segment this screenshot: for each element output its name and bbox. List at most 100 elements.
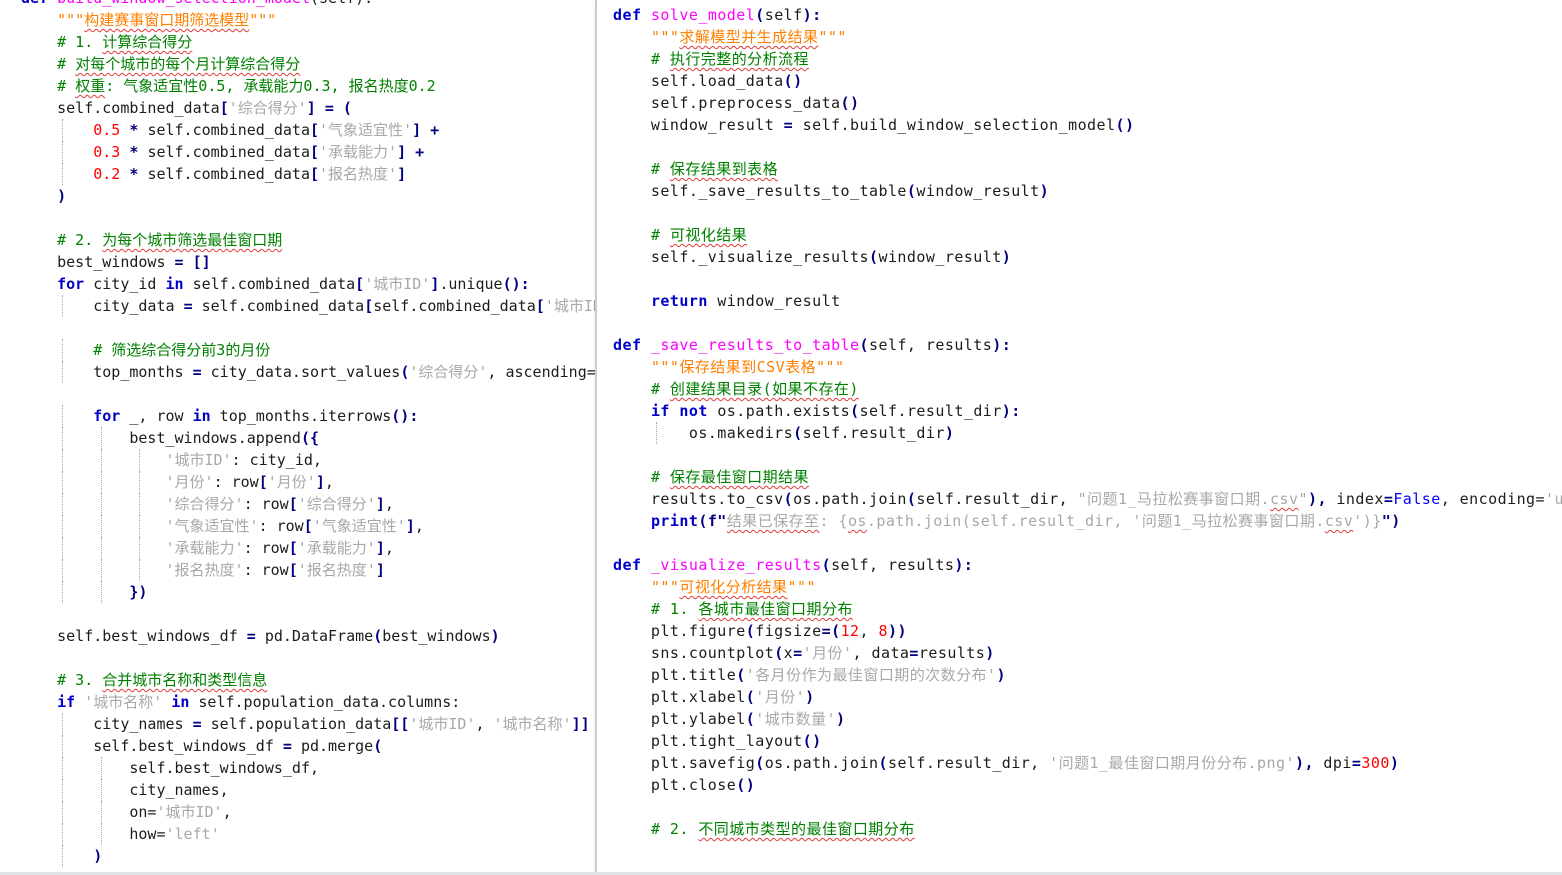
code-line: return window_result — [613, 290, 1562, 312]
code-line: how='left' — [21, 823, 595, 845]
indent-guide — [62, 339, 64, 361]
code-token: ) — [985, 644, 995, 662]
code-token: 不同城市类型的最佳窗口期分布 — [698, 820, 915, 838]
code-token: # — [650, 380, 670, 398]
code-token: """ — [650, 28, 680, 46]
indent-guide — [139, 559, 141, 581]
right-code-pane[interactable]: def solve_model(self): """求解模型并生成结果""" #… — [597, 0, 1562, 875]
indent-guide — [139, 471, 141, 493]
code-token: city_id — [84, 275, 166, 293]
indent-guide — [100, 537, 102, 559]
code-token: () — [736, 776, 756, 794]
code-token: ) — [1039, 182, 1050, 200]
left-code-pane[interactable]: def build_window_selection_model(self): … — [0, 0, 595, 875]
code-line: 0.2 * self.combined_data['报名热度'] — [21, 163, 595, 185]
code-line: '月份': row['月份'], — [21, 471, 595, 493]
code-token: ( — [310, 0, 319, 7]
code-token: ( — [878, 754, 888, 772]
code-line: self.load_data() — [613, 70, 1562, 92]
code-token: * — [120, 143, 148, 161]
code-token: ] + — [397, 143, 425, 161]
indent-guide — [139, 449, 141, 471]
code-line: ) — [21, 185, 595, 207]
code-token: ( — [850, 402, 860, 420]
code-token: results.to_csv — [613, 490, 784, 508]
code-token: }) — [129, 583, 148, 601]
code-line: # 创建结果目录(如果不存在) — [613, 378, 1562, 400]
code-token: 合并城市名称和类型信息 — [102, 671, 268, 689]
code-line: # 2. 不同城市类型的最佳窗口期分布 — [613, 818, 1562, 840]
code-token: self.combined_data — [21, 99, 220, 117]
code-token: [ — [303, 517, 313, 535]
left-code-block[interactable]: def build_window_selection_model(self): … — [21, 0, 595, 867]
code-token: # — [57, 55, 76, 73]
code-token: results — [918, 644, 986, 662]
code-token: self, results — [831, 556, 955, 574]
indent-guide — [62, 537, 64, 559]
code-token: '综合得分' — [297, 495, 376, 513]
code-token: in — [165, 275, 184, 293]
code-line: self._visualize_results(window_result) — [613, 246, 1562, 268]
indent-guide — [62, 559, 64, 581]
indent-guide — [62, 801, 64, 823]
code-token: city_data.sort_values — [201, 363, 401, 381]
code-token: '各月份作为最佳窗口期的次数分布' — [745, 666, 997, 684]
code-token: def — [613, 336, 642, 354]
code-token: () — [783, 72, 803, 90]
code-token: self — [319, 0, 355, 7]
code-token: for — [57, 275, 85, 293]
code-token: = — [793, 644, 803, 662]
code-token: [ — [310, 143, 320, 161]
code-token: ( — [400, 363, 410, 381]
code-token: ')} — [1353, 512, 1382, 530]
right-code-block[interactable]: def solve_model(self): """求解模型并生成结果""" #… — [613, 4, 1562, 840]
editor-window: def build_window_selection_model(self): … — [0, 0, 1562, 875]
code-line: # 保存最佳窗口期结果 — [613, 466, 1562, 488]
code-line: os.makedirs(self.result_dir) — [613, 422, 1562, 444]
code-token: """ — [787, 578, 816, 596]
code-token: = — [1351, 754, 1362, 772]
code-token: '承载能力' — [165, 539, 244, 557]
code-line: self._save_results_to_table(window_resul… — [613, 180, 1562, 202]
code-line: '报名热度': row['报名热度'] — [21, 559, 595, 581]
indent-guide — [62, 757, 64, 779]
code-token: "问题1_马拉松赛事窗口期. — [1077, 490, 1271, 508]
code-line: # 执行完整的分析流程 — [613, 48, 1562, 70]
code-token: self.build_window_selection_model — [793, 116, 1116, 134]
code-token: 可视化结果 — [669, 226, 748, 244]
code-token: '气象适宜性' — [319, 121, 413, 139]
code-token: # — [650, 50, 670, 68]
code-token: plt.figure — [613, 622, 746, 640]
indent-guide — [100, 471, 102, 493]
code-token: ") — [1381, 512, 1401, 530]
code-token: plt.close — [613, 776, 737, 794]
code-token: # — [650, 160, 670, 178]
code-token: '气象适宜性' — [312, 517, 406, 535]
indent-guide — [62, 581, 64, 603]
code-token: , encoding= — [1440, 490, 1546, 508]
code-token: '月份' — [802, 644, 853, 662]
code-token: build_window_selection_model — [57, 0, 310, 7]
code-token: = — [783, 116, 794, 134]
code-token: ( — [906, 182, 917, 200]
code-token: '报名热度' — [319, 165, 398, 183]
code-token: : city_id, — [231, 451, 322, 469]
code-token: top_months.iterrows — [210, 407, 392, 425]
code-token: ( — [745, 622, 756, 640]
code-token: = — [192, 363, 202, 381]
code-token: 'left' — [165, 825, 220, 843]
